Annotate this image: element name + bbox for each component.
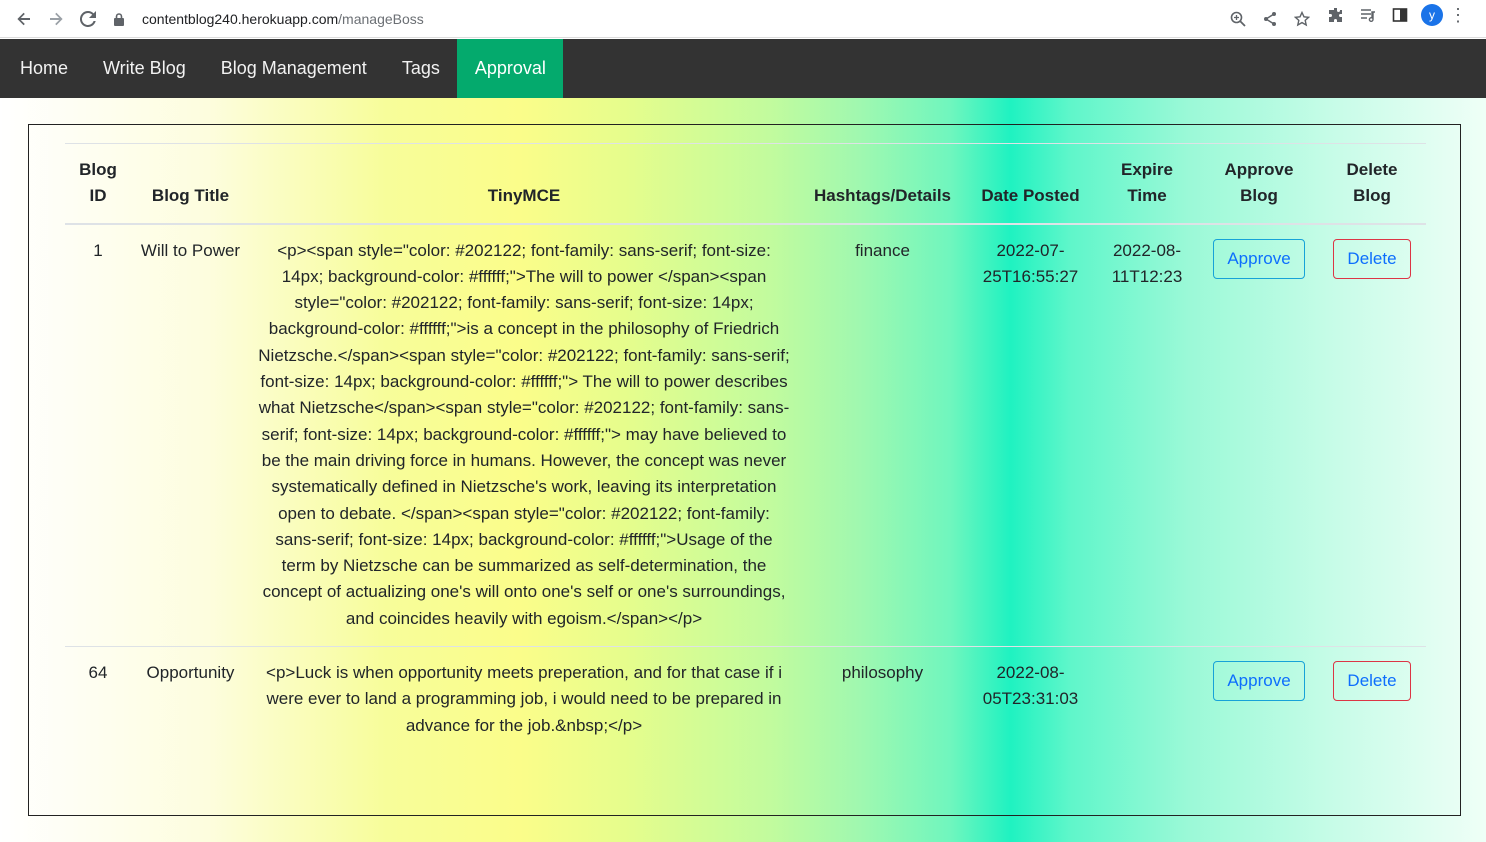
header-delete-blog: Delete Blog [1318, 142, 1426, 225]
cell-blog-id: 1 [93, 240, 103, 260]
cell-date-posted: 2022-07-25T16:55:27 [982, 240, 1079, 286]
side-panel-icon[interactable] [1384, 3, 1416, 27]
bookmark-star-icon[interactable] [1286, 7, 1318, 31]
cell-hashtags: philosophy [798, 646, 967, 753]
header-hashtags: Hashtags/Details [798, 142, 967, 225]
address-bar[interactable]: contentblog240.herokuapp.com/manageBoss [112, 4, 1318, 34]
approve-button[interactable]: Approve [1213, 238, 1305, 279]
zoom-icon[interactable] [1222, 7, 1254, 31]
header-date-posted: Date Posted [967, 142, 1094, 225]
cell-blog-title: Opportunity [131, 646, 250, 753]
site-nav: Home Write Blog Blog Management Tags App… [0, 39, 1486, 98]
table-row: 64 Opportunity <p>Luck is when opportuni… [65, 646, 1426, 753]
cell-tinymce: <p><span style="color: #202122; font-fam… [258, 240, 790, 628]
header-expire-time: Expire Time [1094, 142, 1200, 225]
cell-delete: Delete [1318, 224, 1426, 647]
nav-tags[interactable]: Tags [384, 39, 457, 98]
header-blog-title: Blog Title [131, 142, 250, 225]
forward-arrow-icon[interactable] [40, 3, 72, 35]
delete-button[interactable]: Delete [1333, 238, 1411, 279]
page-body: Blog ID Blog Title TinyMCE Hashtags/Deta… [0, 98, 1486, 842]
nav-home[interactable]: Home [0, 39, 86, 98]
share-icon[interactable] [1254, 7, 1286, 31]
nav-write-blog[interactable]: Write Blog [86, 39, 204, 98]
table-header-row: Blog ID Blog Title TinyMCE Hashtags/Deta… [65, 142, 1426, 225]
nav-approval[interactable]: Approval [457, 39, 564, 98]
url-host: contentblog240.herokuapp.com [142, 11, 339, 27]
cell-approve: Approve [1200, 224, 1318, 647]
browser-toolbar: contentblog240.herokuapp.com/manageBoss … [0, 0, 1486, 38]
back-arrow-icon[interactable] [8, 3, 40, 35]
url-path: /manageBoss [338, 11, 424, 27]
media-queue-icon[interactable] [1352, 3, 1384, 27]
approval-panel: Blog ID Blog Title TinyMCE Hashtags/Deta… [28, 124, 1461, 816]
cell-blog-id: 64 [65, 646, 131, 753]
nav-blog-management[interactable]: Blog Management [203, 39, 384, 98]
cell-expire-time [1094, 646, 1200, 753]
approval-table: Blog ID Blog Title TinyMCE Hashtags/Deta… [65, 142, 1426, 753]
profile-avatar[interactable]: y [1421, 4, 1443, 26]
cell-expire-time: 2022-08-11T12:23 [1111, 240, 1183, 286]
table-row: 1 Will to Power <p><span style="color: #… [65, 224, 1426, 647]
lock-icon [112, 12, 126, 26]
cell-blog-title: Will to Power [140, 240, 241, 260]
cell-tinymce: <p>Luck is when opportunity meets preper… [250, 646, 798, 753]
cell-hashtags: finance [855, 240, 910, 260]
cell-date-posted: 2022-08-05T23:31:03 [967, 646, 1094, 753]
header-blog-id: Blog ID [65, 142, 131, 225]
cell-approve: Approve [1200, 646, 1318, 753]
header-approve-blog: Approve Blog [1200, 142, 1318, 225]
reload-icon[interactable] [72, 3, 104, 35]
approve-button[interactable]: Approve [1213, 661, 1305, 702]
header-tinymce: TinyMCE [250, 142, 798, 225]
extensions-icon[interactable] [1320, 3, 1352, 27]
browser-menu-icon[interactable]: ⋮ [1448, 3, 1468, 27]
cell-delete: Delete [1318, 646, 1426, 753]
delete-button[interactable]: Delete [1333, 661, 1411, 702]
